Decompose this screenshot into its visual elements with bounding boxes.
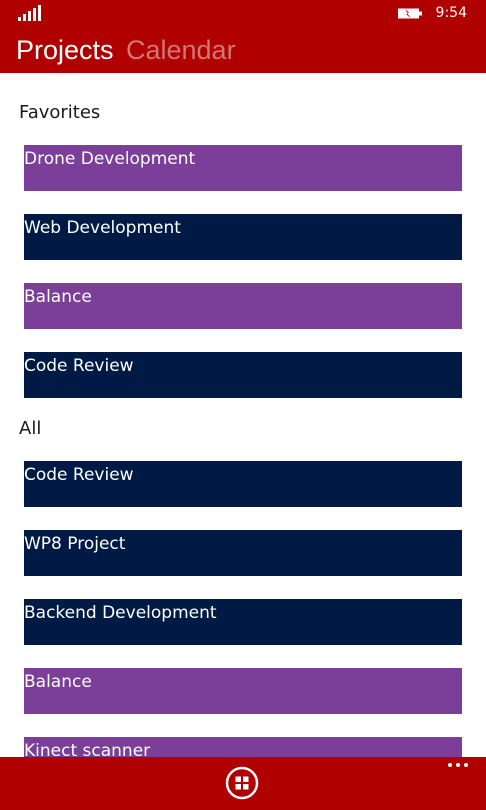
project-tile-label: Drone Development [24,149,196,169]
project-tile-all-4[interactable]: Balance [24,668,462,714]
more-ellipsis-icon[interactable] [444,759,468,771]
grid-icon[interactable] [225,766,259,800]
status-bar: 9:54 [0,0,486,28]
signal-strength-icon [18,5,42,21]
project-tile-label: Balance [24,287,92,307]
project-tile-label: Code Review [24,356,134,376]
project-tile-favorite-3[interactable]: Balance [24,283,462,329]
project-tile-label: Balance [24,672,92,692]
tab-projects[interactable]: Projects [16,32,114,68]
project-tile-all-1[interactable]: Code Review [24,461,462,507]
project-tile-label: Kinect scanner [24,741,151,757]
project-tile-label: Web Development [24,218,181,238]
app-bar [0,757,486,810]
project-tile-label: Backend Development [24,603,217,623]
project-list[interactable]: Favorites Drone Development Web Developm… [0,73,486,757]
project-tile-all-2[interactable]: WP8 Project [24,530,462,576]
project-tile-favorite-2[interactable]: Web Development [24,214,462,260]
project-tile-favorite-1[interactable]: Drone Development [24,145,462,191]
project-tile-all-5[interactable]: Kinect scanner [24,737,462,757]
project-tile-favorite-4[interactable]: Code Review [24,352,462,398]
battery-charging-icon [398,8,422,19]
group-header-all: All [19,418,42,439]
project-tile-label: Code Review [24,465,134,485]
group-header-favorites: Favorites [19,102,101,123]
project-tile-label: WP8 Project [24,534,126,554]
project-tile-all-3[interactable]: Backend Development [24,599,462,645]
clock: 9:54 [435,5,467,21]
pivot-header: Projects Calendar [0,28,486,73]
tab-calendar[interactable]: Calendar [126,32,236,68]
